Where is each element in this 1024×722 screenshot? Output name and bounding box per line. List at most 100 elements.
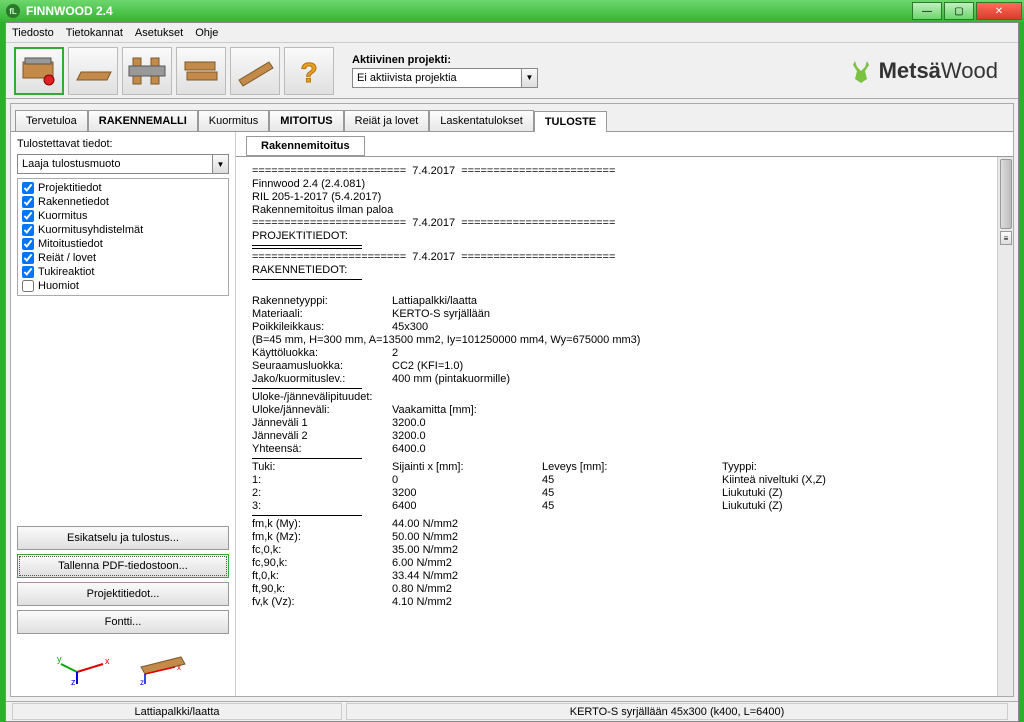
scroll-grip-icon[interactable]: ≡ — [1000, 231, 1012, 245]
project-info-button[interactable]: Projektitiedot... — [17, 582, 229, 606]
report-label: fm,k (My): — [252, 518, 392, 531]
chk-label: Tukireaktiot — [38, 265, 94, 279]
report-value: 400 mm (pintakuormille) — [392, 373, 692, 386]
chk-tukireaktiot[interactable] — [22, 266, 34, 278]
report-label: Jänneväli 2 — [252, 430, 392, 443]
status-bar: Lattiapalkki/laatta KERTO-S syrjällään 4… — [6, 701, 1018, 721]
svg-text:?: ? — [300, 57, 317, 88]
print-options-list: Projektitiedot Rakennetiedot Kuormitus K… — [17, 178, 229, 296]
brand-text: MetsäWood — [879, 58, 998, 84]
toolbar-btn-1[interactable] — [14, 47, 64, 95]
report-label: Jänneväli 1 — [252, 417, 392, 430]
print-format-select[interactable] — [17, 154, 213, 174]
menu-help[interactable]: Ohje — [195, 27, 218, 39]
tab-tuloste[interactable]: TULOSTE — [534, 111, 607, 132]
report-label: ft,0,k: — [252, 570, 392, 583]
report-value: 45x300 — [392, 321, 692, 334]
chk-reiat[interactable] — [22, 252, 34, 264]
scroll-thumb[interactable] — [1000, 159, 1012, 229]
project-dropdown-icon[interactable]: ▼ — [522, 68, 538, 88]
report-label: ft,90,k: — [252, 583, 392, 596]
report-label: Rakennetyyppi: — [252, 295, 392, 308]
chk-label: Projektitiedot — [38, 181, 102, 195]
divider-line — [252, 248, 362, 249]
chk-huomiot[interactable] — [22, 280, 34, 292]
maximize-button[interactable]: ▢ — [944, 2, 974, 20]
report-text: Uloke-/jännevälipituudet: — [252, 391, 997, 404]
report-text: ======================== 7.4.2017 ======… — [252, 165, 997, 178]
svg-text:x: x — [177, 663, 181, 672]
divider-line — [252, 245, 362, 246]
menu-file[interactable]: Tiedosto — [12, 27, 54, 39]
report-text: Rakennemitoitus ilman paloa — [252, 204, 997, 217]
format-dropdown-icon[interactable]: ▼ — [213, 154, 229, 174]
minimize-button[interactable]: — — [912, 2, 942, 20]
toolbar-btn-4[interactable] — [176, 47, 226, 95]
chk-label: Reiät / lovet — [38, 251, 96, 265]
report-text: Finnwood 2.4 (2.4.081) — [252, 178, 997, 191]
tab-mitoitus[interactable]: MITOITUS — [269, 110, 343, 131]
main-tabstrip: Tervetuloa RAKENNEMALLI Kuormitus MITOIT… — [11, 104, 1013, 132]
report-output[interactable]: ======================== 7.4.2017 ======… — [236, 157, 1013, 696]
font-button[interactable]: Fontti... — [17, 610, 229, 634]
axes-display: x y z x z — [17, 638, 229, 690]
menu-databases[interactable]: Tietokannat — [66, 27, 123, 39]
report-value: Kiinteä niveltuki (X,Z) — [722, 474, 902, 487]
preview-print-button[interactable]: Esikatselu ja tulostus... — [17, 526, 229, 550]
chk-projektitiedot[interactable] — [22, 182, 34, 194]
chk-label: Mitoitustiedot — [38, 237, 103, 251]
chk-kuormitusyhd[interactable] — [22, 224, 34, 236]
report-label: Vaakamitta [mm]: — [392, 404, 692, 417]
subtab-rakennemitoitus[interactable]: Rakennemitoitus — [246, 136, 365, 156]
chk-rakennetiedot[interactable] — [22, 196, 34, 208]
report-value: 33.44 N/mm2 — [392, 570, 692, 583]
report-label: Sijainti x [mm]: — [392, 461, 542, 474]
menu-settings[interactable]: Asetukset — [135, 27, 183, 39]
vertical-scrollbar[interactable]: ≡ — [997, 157, 1013, 696]
chk-label: Huomiot — [38, 279, 79, 293]
chk-label: Kuormitus — [38, 209, 88, 223]
report-value: 3: — [252, 500, 392, 513]
menu-bar: Tiedosto Tietokannat Asetukset Ohje — [6, 23, 1018, 43]
chk-label: Rakennetiedot — [38, 195, 109, 209]
report-value: 44.00 N/mm2 — [392, 518, 692, 531]
report-value: 45 — [542, 487, 722, 500]
close-button[interactable]: ✕ — [976, 2, 1022, 20]
toolbar-btn-help[interactable]: ? — [284, 47, 334, 95]
report-value: 3200 — [392, 487, 542, 500]
report-value: 4.10 N/mm2 — [392, 596, 692, 609]
tab-kuormitus[interactable]: Kuormitus — [198, 110, 270, 131]
toolbar-btn-2[interactable] — [68, 47, 118, 95]
report-value: 45 — [542, 500, 722, 513]
report-value: 35.00 N/mm2 — [392, 544, 692, 557]
report-value: 45 — [542, 474, 722, 487]
report-value: 6400.0 — [392, 443, 692, 456]
active-project-label: Aktiivinen projekti: — [352, 54, 538, 66]
report-label: fc,90,k: — [252, 557, 392, 570]
print-data-label: Tulostettavat tiedot: — [17, 138, 229, 150]
tab-tervetuloa[interactable]: Tervetuloa — [15, 110, 88, 131]
report-section-title: RAKENNETIEDOT: — [252, 264, 997, 277]
report-value: 6.00 N/mm2 — [392, 557, 692, 570]
toolbar-btn-3[interactable] — [122, 47, 172, 95]
report-value: 2 — [392, 347, 692, 360]
report-value: 50.00 N/mm2 — [392, 531, 692, 544]
tab-reiat[interactable]: Reiät ja lovet — [344, 110, 430, 131]
active-project-select[interactable] — [352, 68, 522, 88]
tab-laskenta[interactable]: Laskentatulokset — [429, 110, 534, 131]
report-value: 0.80 N/mm2 — [392, 583, 692, 596]
divider-line — [252, 515, 362, 516]
chk-kuormitus[interactable] — [22, 210, 34, 222]
save-pdf-button[interactable]: Tallenna PDF-tiedostoon... — [17, 554, 229, 578]
moose-icon — [847, 57, 875, 85]
tab-rakennemalli[interactable]: RAKENNEMALLI — [88, 110, 198, 131]
chk-mitoitustiedot[interactable] — [22, 238, 34, 250]
report-label: fv,k (Vz): — [252, 596, 392, 609]
report-value: Liukutuki (Z) — [722, 500, 902, 513]
toolbar-btn-5[interactable] — [230, 47, 280, 95]
report-text: ======================== 7.4.2017 ======… — [252, 251, 997, 264]
brand-logo: MetsäWood — [847, 57, 998, 85]
app-icon: fL — [6, 4, 20, 18]
status-structure-type: Lattiapalkki/laatta — [12, 703, 342, 720]
report-label: fc,0,k: — [252, 544, 392, 557]
